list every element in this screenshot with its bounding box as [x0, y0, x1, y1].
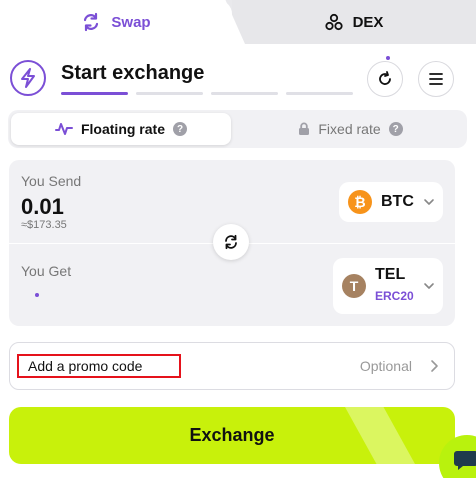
question-icon[interactable]: ? [173, 122, 187, 136]
floating-rate-option[interactable]: Floating rate ? [11, 113, 231, 145]
progress-step [286, 92, 353, 95]
exchange-card: Start exchange Floating rate ? Fixed rat… [0, 44, 476, 478]
send-currency-select[interactable]: ₿ BTC [339, 182, 443, 222]
notification-dot [386, 56, 390, 60]
refresh-button[interactable] [367, 61, 403, 97]
step-progress [61, 92, 353, 95]
send-currency-name: BTC [381, 193, 414, 210]
header: Start exchange [8, 56, 468, 108]
exchange-button[interactable]: Exchange [9, 407, 455, 464]
pulse-wave-icon [54, 123, 73, 135]
page-title: Start exchange [61, 62, 205, 84]
chevron-right-icon [431, 360, 438, 372]
chevron-down-icon [424, 283, 434, 289]
get-currency-select[interactable]: T TEL ERC20 [333, 258, 443, 314]
tel-icon: T [342, 274, 366, 298]
chevron-down-icon [424, 199, 434, 205]
tab-swap-label: Swap [111, 13, 151, 31]
tab-dex-label: DEX [352, 13, 384, 31]
loading-dot [35, 293, 39, 297]
button-shine [345, 407, 415, 464]
swap-direction-icon [225, 234, 237, 250]
exchange-form: You Send 0.01 ≈$173.35 ₿ BTC You Get T T… [9, 160, 455, 326]
progress-step [136, 92, 203, 95]
dex-nodes-icon [324, 13, 343, 31]
progress-step [211, 92, 278, 95]
promo-code-row[interactable]: Add a promo code Optional [9, 342, 455, 390]
progress-step [61, 92, 128, 95]
promo-optional-text: Optional [359, 358, 412, 374]
tab-dex[interactable]: DEX [232, 0, 476, 44]
menu-button[interactable] [418, 61, 454, 97]
exchange-button-label: Exchange [189, 425, 275, 445]
fixed-rate-option[interactable]: Fixed rate ? [238, 113, 463, 145]
logo [10, 60, 46, 96]
question-icon[interactable]: ? [388, 122, 403, 136]
exchange-widget: DEX Swap Start exchange Floating rate ? … [0, 0, 476, 478]
swap-arrows-icon [84, 12, 99, 32]
send-usd-value: ≈$173.35 [21, 219, 67, 231]
hamburger-menu-icon [429, 73, 443, 85]
lock-icon [299, 122, 310, 135]
get-currency-name: TEL [375, 266, 406, 283]
refresh-icon [379, 71, 391, 85]
tab-swap[interactable]: Swap [0, 0, 232, 44]
swap-direction-button[interactable] [213, 224, 249, 260]
send-label: You Send [21, 173, 82, 189]
get-label: You Get [21, 263, 72, 279]
promo-code-label[interactable]: Add a promo code [17, 354, 181, 378]
floating-rate-label: Floating rate [80, 121, 165, 137]
rate-toggle: Floating rate ? Fixed rate ? [8, 110, 467, 148]
get-currency-network: ERC20 [375, 289, 414, 303]
fixed-rate-label: Fixed rate [318, 121, 381, 137]
btc-icon: ₿ [348, 190, 372, 214]
chat-bubble-icon [454, 451, 476, 470]
lightning-bolt-icon [21, 68, 35, 88]
send-amount-input[interactable]: 0.01 [21, 194, 64, 220]
top-tabs: DEX Swap [0, 0, 476, 44]
